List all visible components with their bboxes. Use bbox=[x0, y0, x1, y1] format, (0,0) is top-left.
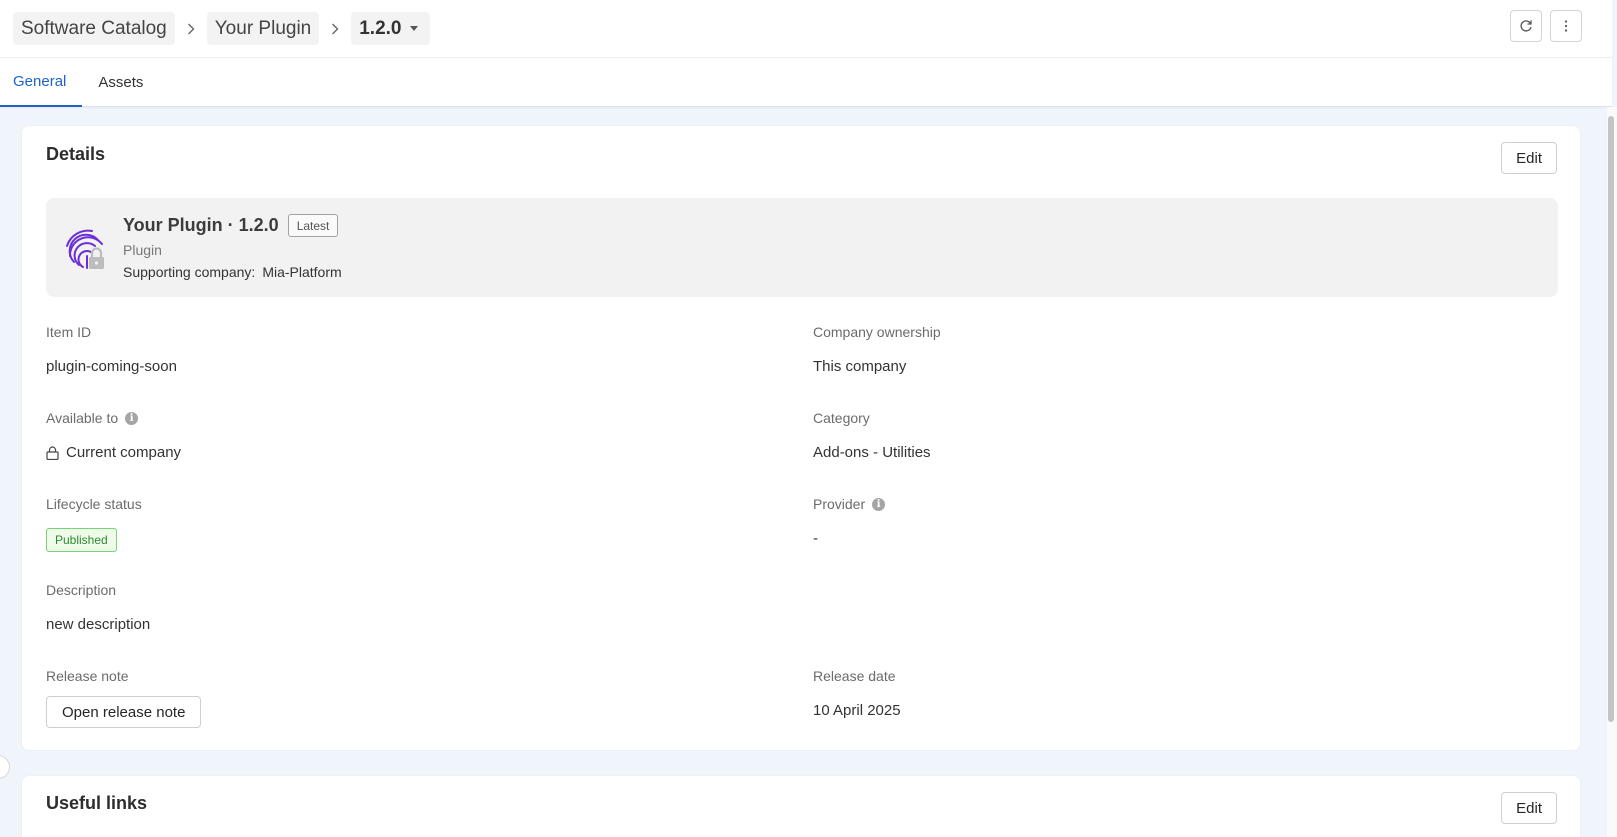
top-bar: Software Catalog Your Plugin 1.2.0 bbox=[0, 0, 1612, 58]
release-date-label: Release date bbox=[813, 668, 896, 684]
app-root: Software Catalog Your Plugin 1.2.0 Gener… bbox=[0, 0, 1617, 837]
header-actions bbox=[1510, 10, 1582, 42]
caret-down-icon bbox=[409, 26, 418, 31]
latest-badge: Latest bbox=[287, 214, 339, 237]
breadcrumb-software-catalog[interactable]: Software Catalog bbox=[13, 12, 175, 45]
version-label: 1.2.0 bbox=[359, 17, 402, 39]
more-options-button[interactable] bbox=[1550, 10, 1582, 42]
useful-links-title: Useful links bbox=[46, 793, 148, 813]
supporting-company-value: Mia-Platform bbox=[262, 264, 342, 280]
description-value: new description bbox=[46, 616, 151, 633]
fingerprint-lock-icon bbox=[66, 229, 104, 269]
available-to-text: Current company bbox=[66, 444, 182, 461]
tab-assets[interactable]: Assets bbox=[82, 58, 159, 107]
info-icon[interactable]: i bbox=[125, 411, 139, 425]
plugin-summary: Your Plugin · 1.2.0 Latest Plugin Suppor… bbox=[46, 198, 1558, 297]
item-id-label: Item ID bbox=[46, 324, 92, 340]
plugin-name-label: Your Plugin · 1.2.0 bbox=[123, 215, 279, 235]
more-vertical-icon bbox=[1564, 20, 1568, 32]
provider-label: Provider i bbox=[813, 496, 886, 512]
plugin-name-version: Your Plugin · 1.2.0 Latest bbox=[123, 214, 339, 237]
scrollbar-thumb[interactable] bbox=[1608, 116, 1614, 722]
details-title: Details bbox=[46, 144, 106, 164]
company-ownership-label: Company ownership bbox=[813, 324, 941, 340]
lifecycle-status-label: Lifecycle status bbox=[46, 496, 142, 512]
category-value: Add-ons - Utilities bbox=[813, 444, 931, 461]
available-to-value: Current company bbox=[46, 444, 181, 461]
provider-label-text: Provider bbox=[813, 496, 866, 512]
item-id-value: plugin-coming-soon bbox=[46, 358, 177, 375]
available-to-label: Available to i bbox=[46, 410, 139, 426]
release-date-value: 10 April 2025 bbox=[813, 702, 901, 719]
supporting-company: Supporting company: Mia-Platform bbox=[123, 264, 342, 280]
plugin-type: Plugin bbox=[123, 242, 162, 258]
breadcrumb-version-select[interactable]: 1.2.0 bbox=[351, 12, 430, 45]
sidebar-toggle-handle[interactable] bbox=[0, 755, 10, 779]
release-note-label: Release note bbox=[46, 668, 129, 684]
category-label: Category bbox=[813, 410, 870, 426]
useful-links-edit-button[interactable]: Edit bbox=[1501, 792, 1557, 824]
details-card: Details Edit Your Plugin · 1.2.0 Latest bbox=[21, 125, 1581, 751]
chevron-right-icon bbox=[175, 23, 207, 35]
info-icon[interactable]: i bbox=[872, 497, 886, 511]
tab-bar: General Assets bbox=[0, 58, 1612, 107]
description-label: Description bbox=[46, 582, 117, 598]
provider-value: - bbox=[813, 530, 818, 547]
chevron-right-icon bbox=[319, 23, 351, 35]
tab-general[interactable]: General bbox=[0, 58, 83, 107]
breadcrumb-your-plugin[interactable]: Your Plugin bbox=[206, 12, 320, 45]
supporting-company-label: Supporting company: bbox=[123, 264, 256, 280]
refresh-button[interactable] bbox=[1510, 10, 1542, 42]
details-edit-button[interactable]: Edit bbox=[1501, 142, 1557, 174]
useful-links-card: Useful links Edit bbox=[21, 775, 1581, 837]
open-release-note-button[interactable]: Open release note bbox=[46, 696, 202, 728]
company-ownership-value: This company bbox=[813, 358, 907, 375]
available-to-label-text: Available to bbox=[46, 410, 119, 426]
lock-icon bbox=[46, 445, 59, 460]
published-status-badge: Published bbox=[46, 528, 117, 552]
refresh-icon bbox=[1520, 20, 1532, 32]
